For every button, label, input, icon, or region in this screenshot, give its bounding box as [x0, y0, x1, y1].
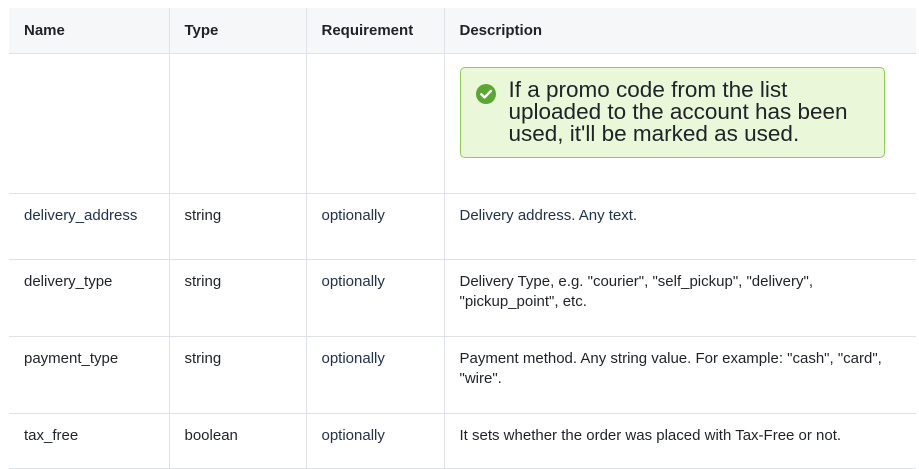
param-description: Delivery Type, e.g. "courier", "self_pic…	[443, 259, 916, 337]
table-row: delivery_address string optionally Deliv…	[9, 193, 916, 260]
param-description: Delivery address. Any text.	[443, 193, 916, 260]
check-circle-icon	[475, 84, 496, 104]
param-type: string	[168, 193, 306, 260]
param-description: It sets whether the order was placed wit…	[443, 413, 916, 469]
callout-text: If a promo code from the list uploaded t…	[508, 77, 848, 146]
param-type: boolean	[168, 413, 306, 469]
cell-empty	[9, 53, 169, 194]
table-row: payment_type string optionally Payment m…	[9, 336, 916, 414]
param-description: Payment method. Any string value. For ex…	[443, 336, 916, 414]
table-row-note: If a promo code from the list uploaded t…	[9, 53, 916, 194]
header-requirement: Requirement	[305, 8, 444, 54]
param-type: string	[168, 336, 306, 414]
param-requirement: optionally	[305, 413, 444, 469]
param-name: payment_type	[9, 336, 169, 414]
cell-empty	[305, 53, 444, 194]
cell-note: If a promo code from the list uploaded t…	[443, 53, 916, 194]
table-body: If a promo code from the list uploaded t…	[9, 53, 916, 469]
header-type: Type	[168, 8, 306, 54]
header-description: Description	[443, 8, 916, 54]
parameters-table: Name Type Requirement Description If a p…	[9, 8, 916, 469]
param-name: delivery_type	[9, 259, 169, 337]
header-row: Name Type Requirement Description	[9, 8, 916, 54]
header-name: Name	[9, 8, 169, 54]
param-type: string	[168, 259, 306, 337]
param-requirement: optionally	[305, 336, 444, 414]
cell-empty	[168, 53, 306, 194]
param-requirement: optionally	[305, 259, 444, 337]
param-requirement: optionally	[305, 193, 444, 260]
table-header: Name Type Requirement Description	[9, 8, 916, 54]
param-name: tax_free	[9, 413, 169, 469]
param-name: delivery_address	[9, 193, 169, 260]
success-callout: If a promo code from the list uploaded t…	[459, 67, 885, 158]
table-row: tax_free boolean optionally It sets whet…	[9, 413, 916, 469]
table-row: delivery_type string optionally Delivery…	[9, 259, 916, 337]
